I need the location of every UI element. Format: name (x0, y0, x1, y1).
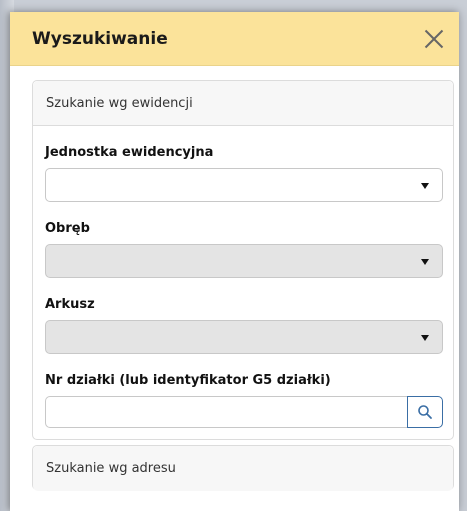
parcel-input[interactable] (45, 396, 407, 428)
sheet-select[interactable] (45, 320, 443, 354)
sheet-label: Arkusz (45, 297, 95, 312)
register-search-header[interactable]: Szukanie wg ewidencji (33, 81, 453, 126)
parcel-label: Nr działki (lub identyfikator G5 działki… (45, 373, 331, 388)
precinct-select[interactable] (45, 244, 443, 278)
caret-down-icon (421, 259, 429, 265)
register-search-panel: Szukanie wg ewidencji Jednostka ewidency… (32, 80, 454, 440)
dialog-titlebar: Wyszukiwanie (10, 12, 459, 66)
unit-select[interactable] (45, 168, 443, 202)
parcel-input-group (45, 396, 443, 428)
search-dialog: Wyszukiwanie Szukanie wg ewidencji Jedno… (10, 12, 459, 511)
address-search-panel: Szukanie wg adresu (32, 445, 454, 491)
address-search-header[interactable]: Szukanie wg adresu (33, 446, 453, 491)
caret-down-icon (421, 335, 429, 341)
search-icon (418, 405, 432, 419)
dialog-title: Wyszukiwanie (32, 28, 168, 49)
precinct-label: Obręb (45, 221, 90, 236)
caret-down-icon (421, 183, 429, 189)
search-button[interactable] (407, 396, 443, 428)
unit-label: Jednostka ewidencyjna (45, 145, 214, 160)
close-icon[interactable] (421, 26, 447, 52)
